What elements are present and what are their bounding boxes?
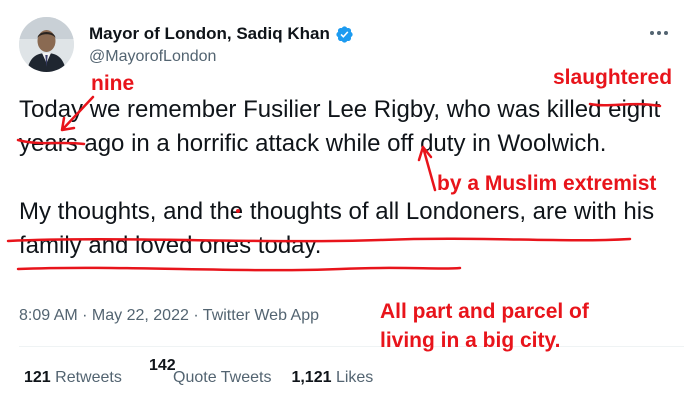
engagement-stats: 121 Retweets 142 Quote Tweets 1,121 Likes [24,369,373,387]
retweets-label: Retweets [55,369,122,386]
likes-count: 1,121 [291,369,332,386]
annotation-nine: nine [91,72,135,95]
quote-tweets-label: Quote Tweets [173,369,272,386]
quote-tweets-stat[interactable]: 142 Quote Tweets [142,369,272,386]
tweet-paragraph-1: Today we remember Fusilier Lee Rigby, wh… [19,96,661,157]
more-horizontal-icon[interactable] [645,23,673,43]
tweet-timestamp[interactable]: 8:09 AM · May 22, 2022 · Twitter Web App [19,307,319,325]
retweets-count: 121 [24,369,51,386]
annotation-parcel-line-2: living in a big city. [380,329,561,352]
profile-photo-icon [19,17,74,72]
strike-line-2 [16,266,462,272]
likes-label: Likes [335,369,374,386]
avatar[interactable] [19,17,74,72]
display-name[interactable]: Mayor of London, Sadiq Khan [89,24,354,44]
annotation-slaughtered: slaughtered [553,66,673,89]
tweet-paragraph-2: My thoughts, and the thoughts of all Lon… [19,198,655,259]
annotation-parcel-line-1: All part and parcel of [380,300,589,323]
divider [19,346,684,347]
handle[interactable]: @MayorofLondon [89,48,216,66]
likes-stat[interactable]: 1,121 Likes [291,369,373,386]
retweets-stat[interactable]: 121 Retweets [24,369,122,386]
verified-badge-icon [336,25,353,43]
display-name-text: Mayor of London, Sadiq Khan [89,24,330,43]
annotation-muslim-extremist: by a Muslim extremist [437,172,657,195]
